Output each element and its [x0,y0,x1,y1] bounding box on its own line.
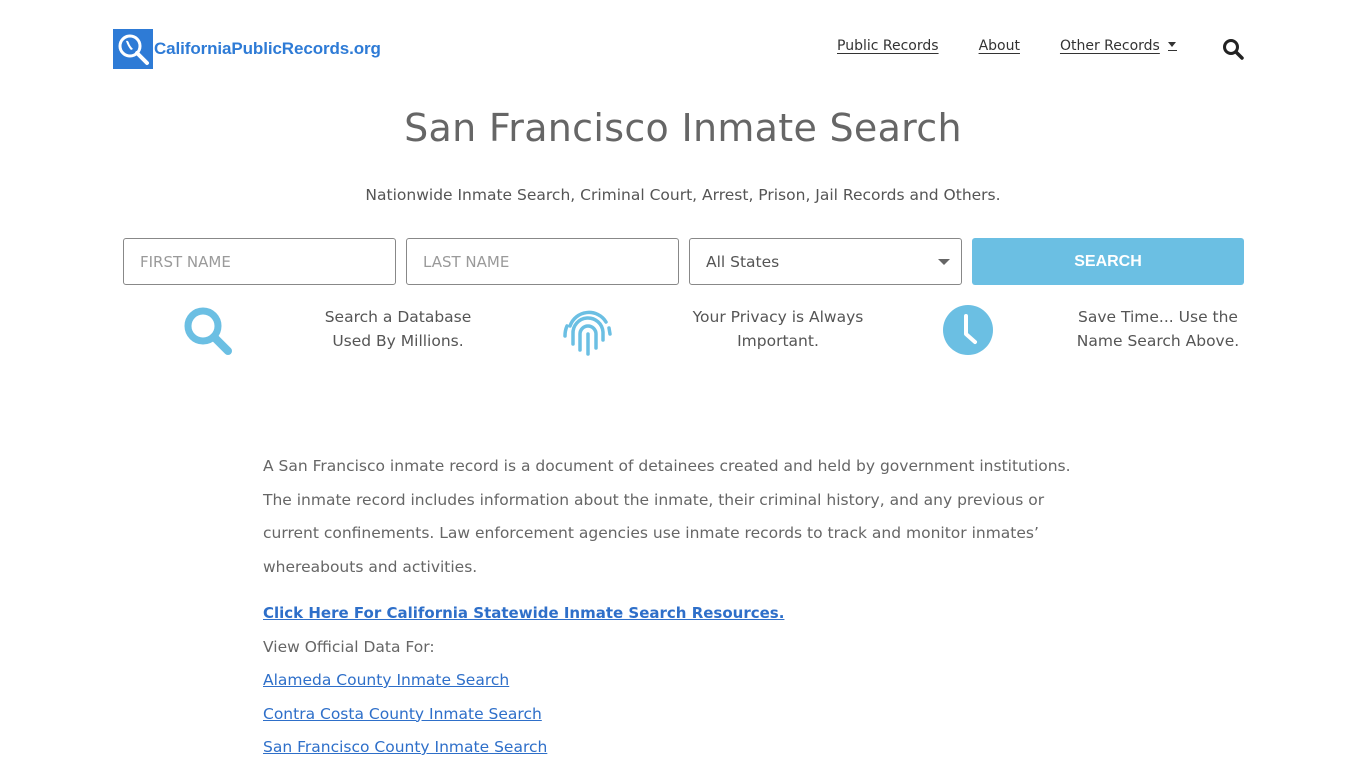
search-icon[interactable] [1222,38,1244,60]
feature-text-database: Search a Database Used By Millions. [298,305,498,353]
feature-text-save-time: Save Time... Use the Name Search Above. [1058,305,1258,353]
search-button[interactable]: SEARCH [972,238,1244,285]
site-logo[interactable]: CaliforniaPublicRecords.org [113,29,381,69]
search-icon [181,304,235,362]
feature-line: Save Time... Use the [1078,308,1238,326]
resource-links: Click Here For California Statewide Inma… [263,597,1103,765]
caret-underline [1167,49,1177,51]
state-select[interactable]: All States [689,238,962,285]
fingerprint-icon [561,304,615,362]
site-header: CaliforniaPublicRecords.org Public Recor… [0,0,1366,100]
main-content: A San Francisco inmate record is a docum… [263,450,1103,765]
logo-text: CaliforniaPublicRecords.org [154,39,381,58]
county-link-contra-costa[interactable]: Contra Costa County Inmate Search [263,705,542,723]
nav-public-records[interactable]: Public Records [837,38,939,54]
features-row: Search a Database Used By Millions. Your… [123,300,1243,360]
nav-other-records[interactable]: Other Records [1060,38,1160,54]
intro-paragraph: A San Francisco inmate record is a docum… [263,457,1071,576]
view-official-label: View Official Data For: [263,637,435,656]
magnifier-california-icon [113,29,153,69]
state-select-value: All States [706,252,780,271]
feature-line: Your Privacy is Always [692,308,864,326]
feature-text-privacy: Your Privacy is Always Important. [678,305,878,353]
county-link-alameda[interactable]: Alameda County Inmate Search [263,671,509,689]
feature-line: Used By Millions. [332,332,464,350]
nav-about[interactable]: About [979,38,1020,54]
feature-line: Search a Database [324,308,472,326]
page-subtitle: Nationwide Inmate Search, Criminal Court… [365,186,1001,204]
feature-line: Important. [737,332,819,350]
county-link-san-francisco[interactable]: San Francisco County Inmate Search [263,738,547,756]
feature-line: Name Search Above. [1076,332,1240,350]
nav-other-records-label: Other Records [1059,38,1160,54]
chevron-down-icon[interactable] [1167,41,1176,47]
clock-icon [942,304,994,360]
inmate-search-form: All States SEARCH [123,238,1244,285]
dropdown-arrow-icon [938,258,950,265]
statewide-resources-link[interactable]: Click Here For California Statewide Inma… [263,604,784,622]
first-name-input[interactable] [123,238,396,285]
last-name-input[interactable] [406,238,679,285]
page-title: San Francisco Inmate Search [404,106,962,150]
main-nav: Public Records About Other Records [837,38,1185,54]
